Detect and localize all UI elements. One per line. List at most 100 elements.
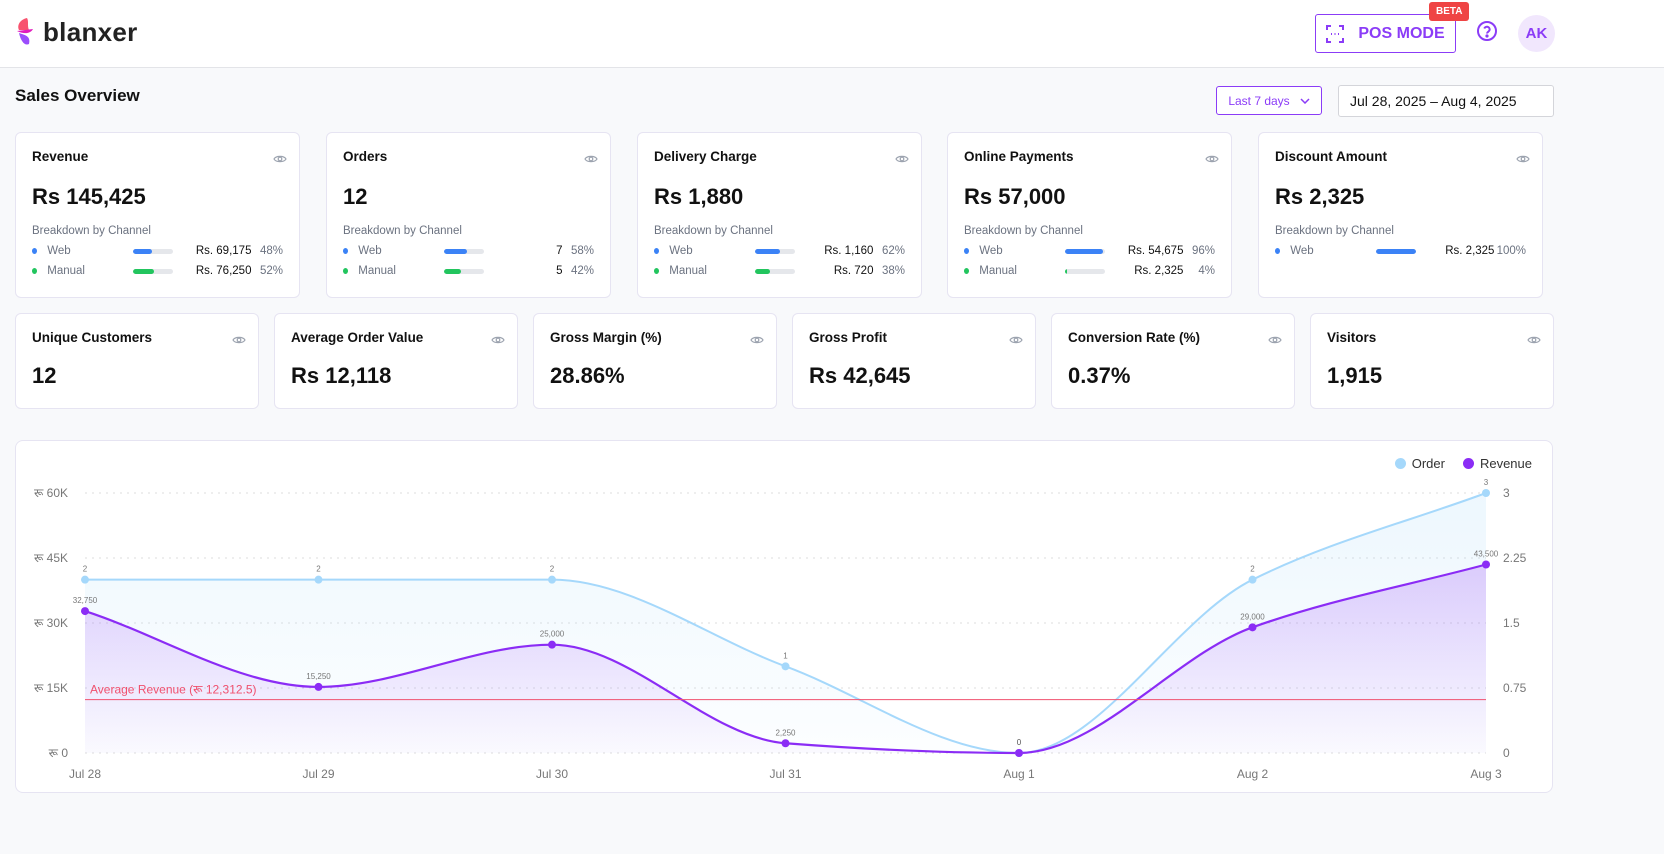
beta-badge: BETA xyxy=(1429,2,1470,21)
card-value: Rs 42,645 xyxy=(809,363,911,388)
revenue-data-label: 32,750 xyxy=(73,596,98,605)
pos-mode-label: POS MODE xyxy=(1358,24,1445,42)
order-data-label: 3 xyxy=(1484,478,1489,487)
toggle-visibility-button[interactable] xyxy=(750,332,764,350)
breakdown-label: Breakdown by Channel xyxy=(654,225,773,237)
revenue-data-label: 15,250 xyxy=(306,672,331,681)
order-point xyxy=(1482,489,1490,497)
channel-label: Web xyxy=(669,245,693,257)
toggle-visibility-button[interactable] xyxy=(895,151,909,169)
channel-dot xyxy=(32,248,38,254)
date-range-select[interactable]: Last 7 days xyxy=(1216,86,1322,115)
channel-dot xyxy=(343,248,349,254)
y-right-tick-label: 1.5 xyxy=(1503,616,1520,630)
x-tick-label: Jul 29 xyxy=(302,767,334,781)
toggle-visibility-button[interactable] xyxy=(1516,151,1530,169)
card-title: Online Payments xyxy=(964,149,1074,164)
order-point xyxy=(548,575,556,584)
channel-row: Web Rs. 2,325 100% xyxy=(1275,245,1526,257)
legend-item-order[interactable]: Order xyxy=(1394,456,1445,471)
channel-percent: 96% xyxy=(1191,245,1216,257)
channel-label: Web xyxy=(358,245,382,257)
y-right-tick-label: 0.75 xyxy=(1503,681,1527,695)
average-revenue-label: Average Revenue (रू 12,312.5) xyxy=(90,683,257,697)
card-value: 1,915 xyxy=(1327,363,1383,388)
channel-amount: Rs. 54,675 xyxy=(1127,245,1184,257)
card-value: 0.37% xyxy=(1068,363,1131,388)
card-value: Rs 12,118 xyxy=(291,363,392,388)
channel-label: Manual xyxy=(47,265,85,277)
chevron-down-icon xyxy=(1300,97,1310,104)
revenue-data-label: 29,000 xyxy=(1240,612,1265,621)
eye-icon xyxy=(1516,155,1530,163)
card-title: Conversion Rate (%) xyxy=(1068,330,1201,345)
toggle-visibility-button[interactable] xyxy=(491,332,505,350)
eye-icon xyxy=(1205,155,1219,163)
channel-percent: 42% xyxy=(570,265,595,277)
card-value: 12 xyxy=(343,184,368,209)
channel-percent: 100% xyxy=(1496,245,1527,257)
channel-row: Web 7 58% xyxy=(343,245,594,257)
eye-icon xyxy=(491,336,505,344)
y-left-tick-label: रू 15K xyxy=(34,681,68,695)
channel-row: Web Rs. 69,175 48% xyxy=(32,245,283,257)
brand-logo[interactable]: blanxer xyxy=(15,16,138,48)
legend-item-revenue[interactable]: Revenue xyxy=(1462,456,1532,471)
avatar[interactable]: AK xyxy=(1518,15,1555,52)
eye-icon xyxy=(1009,336,1023,344)
help-icon[interactable] xyxy=(1476,20,1498,42)
channel-percent: 58% xyxy=(570,245,595,257)
x-tick-label: Jul 30 xyxy=(536,767,568,781)
top-header: blanxer POS MODE BETA AK xyxy=(0,0,1664,68)
toggle-visibility-button[interactable] xyxy=(273,151,287,169)
channel-amount: Rs. 2,325 xyxy=(1134,265,1184,277)
order-data-label: 1 xyxy=(783,651,788,660)
channel-percent: 52% xyxy=(259,265,284,277)
channel-share-bar xyxy=(444,248,484,254)
order-data-label: 2 xyxy=(316,565,321,574)
scan-icon xyxy=(1326,24,1345,43)
revenue-point xyxy=(314,682,323,691)
revenue-data-label: 43,500 xyxy=(1474,550,1499,559)
channel-dot xyxy=(654,248,660,254)
channel-share-bar xyxy=(133,248,173,254)
channel-share-bar xyxy=(755,248,795,254)
metric-card: Gross Profit Rs 42,645 xyxy=(792,313,1036,409)
eye-icon xyxy=(232,336,246,344)
eye-icon xyxy=(584,155,598,163)
toggle-visibility-button[interactable] xyxy=(584,151,598,169)
channel-dot xyxy=(343,268,349,274)
revenue-point xyxy=(1248,623,1257,632)
channel-share-bar xyxy=(1376,248,1416,254)
date-range-input[interactable]: Jul 28, 2025 – Aug 4, 2025 xyxy=(1338,85,1554,117)
card-title: Delivery Charge xyxy=(654,149,757,164)
channel-row: Manual Rs. 720 38% xyxy=(654,265,905,277)
order-data-label: 2 xyxy=(550,565,555,574)
toggle-visibility-button[interactable] xyxy=(232,332,246,350)
revenue-point xyxy=(548,640,556,649)
toggle-visibility-button[interactable] xyxy=(1268,332,1282,350)
toggle-visibility-button[interactable] xyxy=(1009,332,1023,350)
summary-card: Delivery Charge Rs 1,880 Breakdown by Chan… xyxy=(637,132,922,298)
channel-share-bar xyxy=(1065,268,1105,274)
channel-row: Manual Rs. 76,250 52% xyxy=(32,265,283,277)
sales-chart-card: Order Revenue रू 0 0 रू 15K 0.75 रू 30K 1.5 रू… xyxy=(15,440,1553,793)
channel-row: Manual Rs. 2,325 4% xyxy=(964,265,1215,277)
card-title: Gross Margin (%) xyxy=(550,330,662,345)
date-range-select-label: Last 7 days xyxy=(1228,93,1290,108)
metric-card: Unique Customers 12 xyxy=(15,313,259,409)
eye-icon xyxy=(895,155,909,163)
card-value: 12 xyxy=(32,363,57,388)
toggle-visibility-button[interactable] xyxy=(1205,151,1219,169)
eye-icon xyxy=(273,155,287,163)
revenue-point xyxy=(781,739,790,748)
channel-label: Manual xyxy=(979,265,1017,277)
chart-legend: Order Revenue xyxy=(1394,456,1532,471)
revenue-data-label: 0 xyxy=(1017,738,1022,747)
card-value: 28.86% xyxy=(550,363,625,388)
eye-icon xyxy=(1527,336,1541,344)
card-title: Discount Amount xyxy=(1275,149,1387,164)
y-left-tick-label: रू 60K xyxy=(34,486,68,500)
toggle-visibility-button[interactable] xyxy=(1527,332,1541,350)
channel-dot xyxy=(964,268,970,274)
